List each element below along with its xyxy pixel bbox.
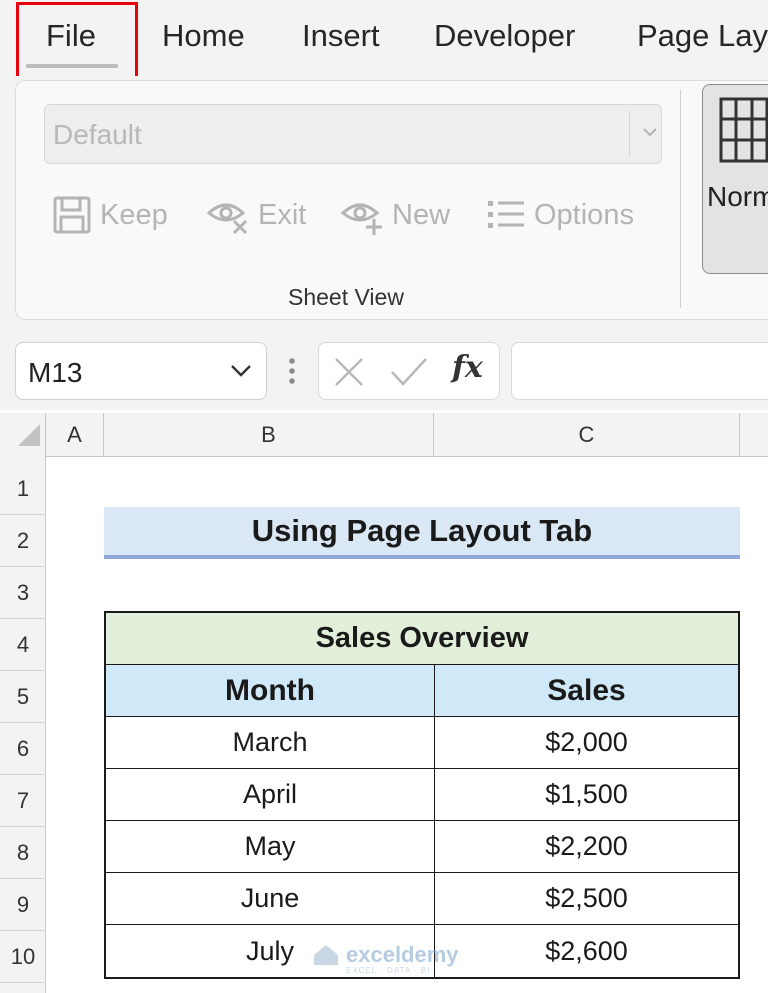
sheet-title-cell[interactable]: Using Page Layout Tab — [104, 507, 740, 559]
column-header-b[interactable]: B — [104, 413, 434, 457]
chevron-down-icon — [643, 128, 657, 137]
exit-label: Exit — [258, 198, 307, 231]
exceldemy-watermark: exceldemy EXCEL · DATA · BI — [312, 942, 459, 975]
exit-button[interactable]: Exit — [206, 190, 306, 240]
table-row: May $2,200 — [106, 821, 738, 873]
tab-home[interactable]: Home — [162, 18, 245, 54]
normal-view-label: Norm — [707, 181, 768, 212]
header-cell-sales[interactable]: Sales — [435, 665, 738, 716]
insert-function-icon[interactable]: fx — [452, 350, 483, 385]
select-all-triangle-icon — [18, 424, 40, 446]
save-icon — [53, 196, 91, 234]
options-label: Options — [534, 198, 634, 231]
tab-developer[interactable]: Developer — [434, 18, 575, 54]
sales-cell[interactable]: $2,000 — [435, 717, 738, 768]
list-icon — [488, 201, 524, 228]
select-divider — [629, 111, 630, 157]
row-header-6[interactable]: 6 — [0, 723, 46, 775]
keep-button[interactable]: Keep — [52, 190, 168, 240]
sales-cell[interactable]: $2,600 — [435, 925, 738, 977]
row-header-4[interactable]: 4 — [0, 619, 46, 671]
table-caption-cell[interactable]: Sales Overview — [106, 613, 738, 665]
row-header-9[interactable]: 9 — [0, 879, 46, 931]
row-header-10[interactable]: 10 — [0, 931, 46, 983]
ribbon-group-divider — [680, 90, 681, 308]
table-header-row: Month Sales — [106, 665, 738, 717]
row-header-8[interactable]: 8 — [0, 827, 46, 879]
cancel-icon[interactable] — [333, 356, 365, 388]
eye-close-icon — [206, 203, 248, 235]
row-header-2[interactable]: 2 — [0, 515, 46, 567]
more-options-icon[interactable] — [288, 357, 296, 385]
new-button[interactable]: New — [340, 190, 450, 240]
options-button[interactable]: Options — [486, 190, 634, 240]
sheet-view-select-value: Default — [53, 119, 142, 150]
row-header-1[interactable]: 1 — [0, 463, 46, 515]
grid-view-icon — [719, 97, 768, 163]
column-header-a[interactable]: A — [46, 413, 104, 457]
month-cell[interactable]: March — [106, 717, 435, 768]
name-box[interactable]: M13 — [15, 342, 267, 400]
watermark-tagline: EXCEL · DATA · BI — [346, 966, 431, 975]
month-cell[interactable]: June — [106, 873, 435, 924]
eye-add-icon — [340, 203, 382, 235]
sales-table: Sales Overview Month Sales March $2,000 … — [104, 611, 740, 979]
sheet-view-group-label: Sheet View — [288, 284, 404, 310]
watermark-name: exceldemy — [346, 942, 459, 967]
table-row: June $2,500 — [106, 873, 738, 925]
month-cell[interactable]: April — [106, 769, 435, 820]
formula-input[interactable] — [511, 342, 768, 400]
table-row: April $1,500 — [106, 769, 738, 821]
header-cell-month[interactable]: Month — [106, 665, 435, 716]
watermark-logo-icon — [314, 945, 338, 965]
sales-cell[interactable]: $1,500 — [435, 769, 738, 820]
sales-cell[interactable]: $2,200 — [435, 821, 738, 872]
table-row: March $2,000 — [106, 717, 738, 769]
row-header-7[interactable]: 7 — [0, 775, 46, 827]
month-cell[interactable]: May — [106, 821, 435, 872]
new-label: New — [392, 198, 451, 231]
row-header-3[interactable]: 3 — [0, 567, 46, 619]
sheet-view-select[interactable]: Default — [44, 104, 662, 164]
row-header-5[interactable]: 5 — [0, 671, 46, 723]
name-box-value: M13 — [28, 357, 83, 388]
tab-insert[interactable]: Insert — [302, 18, 380, 54]
check-icon[interactable] — [389, 356, 429, 388]
sales-cell[interactable]: $2,500 — [435, 873, 738, 924]
tab-page-layout[interactable]: Page Lay — [637, 18, 768, 54]
file-tab-highlight — [16, 2, 138, 79]
keep-label: Keep — [100, 198, 168, 231]
normal-view-button[interactable]: Norm — [702, 84, 768, 274]
column-header-c[interactable]: C — [434, 413, 740, 457]
chevron-down-icon[interactable] — [230, 363, 252, 379]
